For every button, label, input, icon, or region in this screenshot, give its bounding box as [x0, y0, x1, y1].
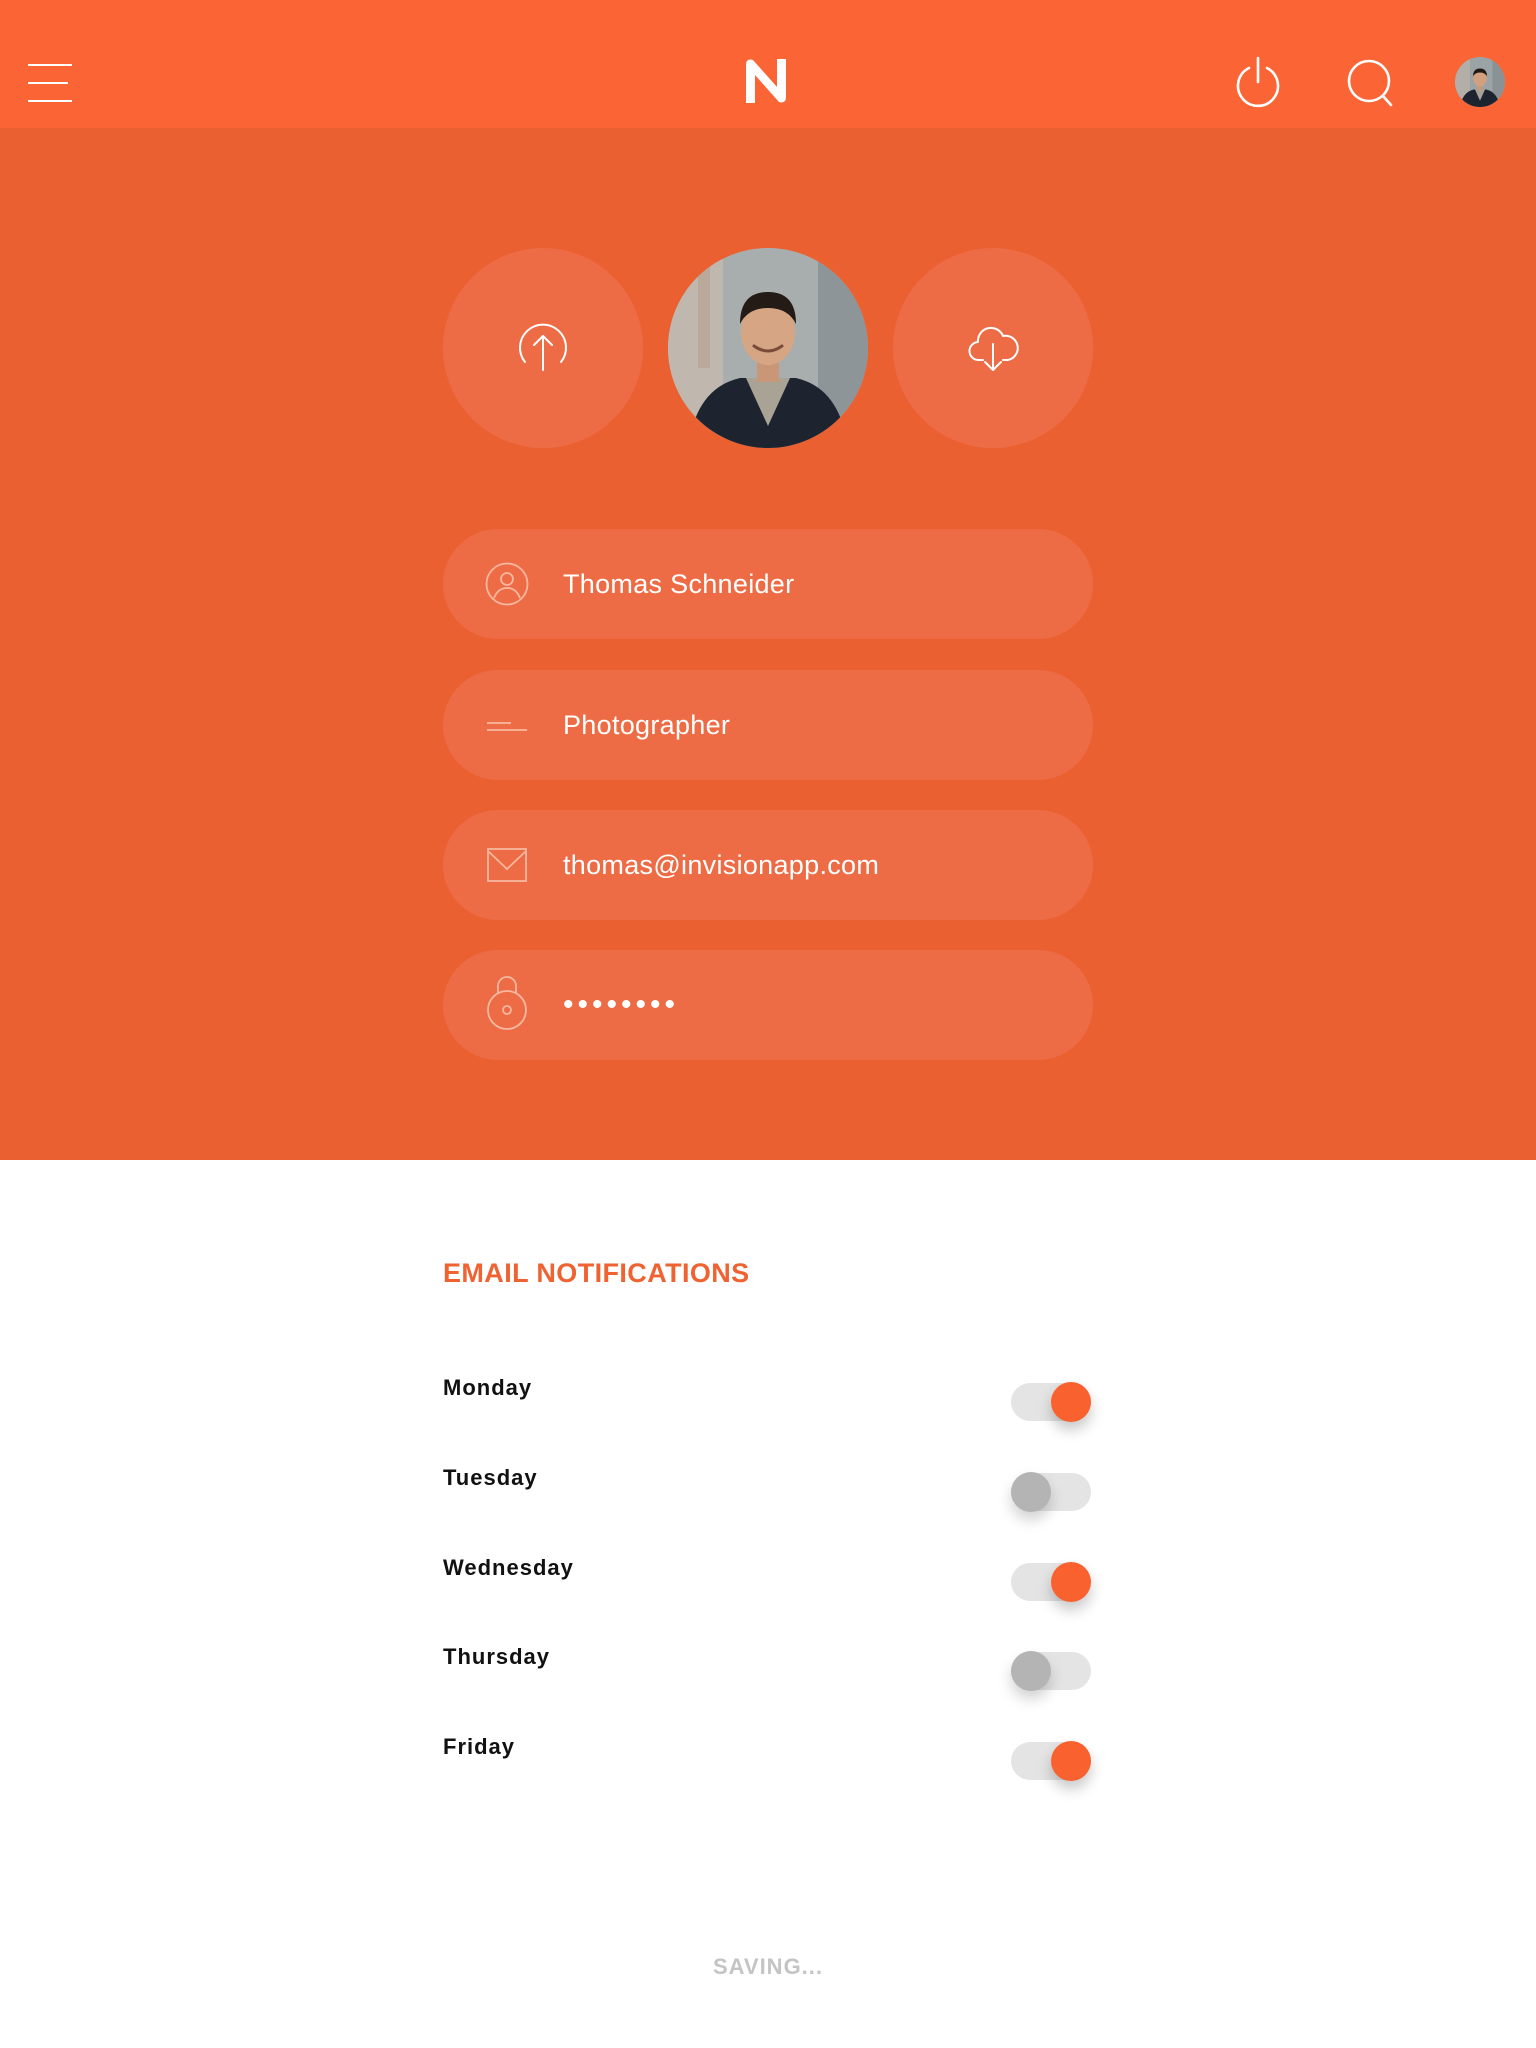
day-label: Tuesday [443, 1465, 538, 1490]
lines-icon [487, 722, 527, 731]
top-bar [0, 0, 1536, 128]
profile-photo [668, 248, 868, 448]
day-label: Monday [443, 1375, 533, 1400]
toggle-knob [1011, 1651, 1051, 1691]
name-value: Thomas Schneider [563, 569, 795, 599]
search-icon[interactable] [1347, 59, 1395, 107]
cloud-download-icon [968, 326, 1019, 371]
cloud-download-button[interactable] [893, 248, 1093, 448]
password-value: •••••••• [563, 988, 680, 1021]
notification-row-monday: Monday [443, 1365, 1093, 1425]
tuesday-toggle[interactable] [1011, 1472, 1091, 1512]
occupation-field[interactable]: Photographer [443, 670, 1093, 780]
password-field[interactable]: •••••••• [443, 950, 1093, 1060]
toggle-knob [1011, 1472, 1051, 1512]
email-notifications-title: EMAIL NOTIFICATIONS [443, 1258, 750, 1288]
day-label: Thursday [443, 1644, 551, 1669]
power-icon[interactable] [1234, 56, 1282, 108]
name-field[interactable]: Thomas Schneider [443, 529, 1093, 639]
upload-button[interactable] [443, 248, 643, 448]
friday-toggle[interactable] [1011, 1741, 1091, 1781]
toggle-knob [1051, 1382, 1091, 1422]
toggle-knob [1051, 1741, 1091, 1781]
upload-arrow-icon [519, 323, 567, 371]
lock-icon [487, 976, 527, 1030]
n-logo-icon[interactable] [743, 57, 789, 105]
notification-row-friday: Friday [443, 1724, 1093, 1784]
notification-row-wednesday: Wednesday [443, 1545, 1093, 1605]
occupation-value: Photographer [563, 710, 731, 740]
monday-toggle[interactable] [1011, 1382, 1091, 1422]
user-avatar[interactable] [1455, 57, 1505, 107]
wednesday-toggle[interactable] [1011, 1562, 1091, 1602]
notification-row-tuesday: Tuesday [443, 1455, 1093, 1515]
day-label: Wednesday [443, 1555, 574, 1580]
hamburger-menu-icon[interactable] [28, 64, 72, 102]
day-label: Friday [443, 1734, 516, 1759]
email-field[interactable]: thomas@invisionapp.com [443, 810, 1093, 920]
saving-status: SAVING... [712, 1954, 824, 1979]
toggle-knob [1051, 1562, 1091, 1602]
notification-row-thursday: Thursday [443, 1634, 1093, 1694]
email-value: thomas@invisionapp.com [563, 850, 880, 880]
envelope-icon [487, 848, 527, 882]
user-icon [485, 562, 529, 606]
thursday-toggle[interactable] [1011, 1651, 1091, 1691]
